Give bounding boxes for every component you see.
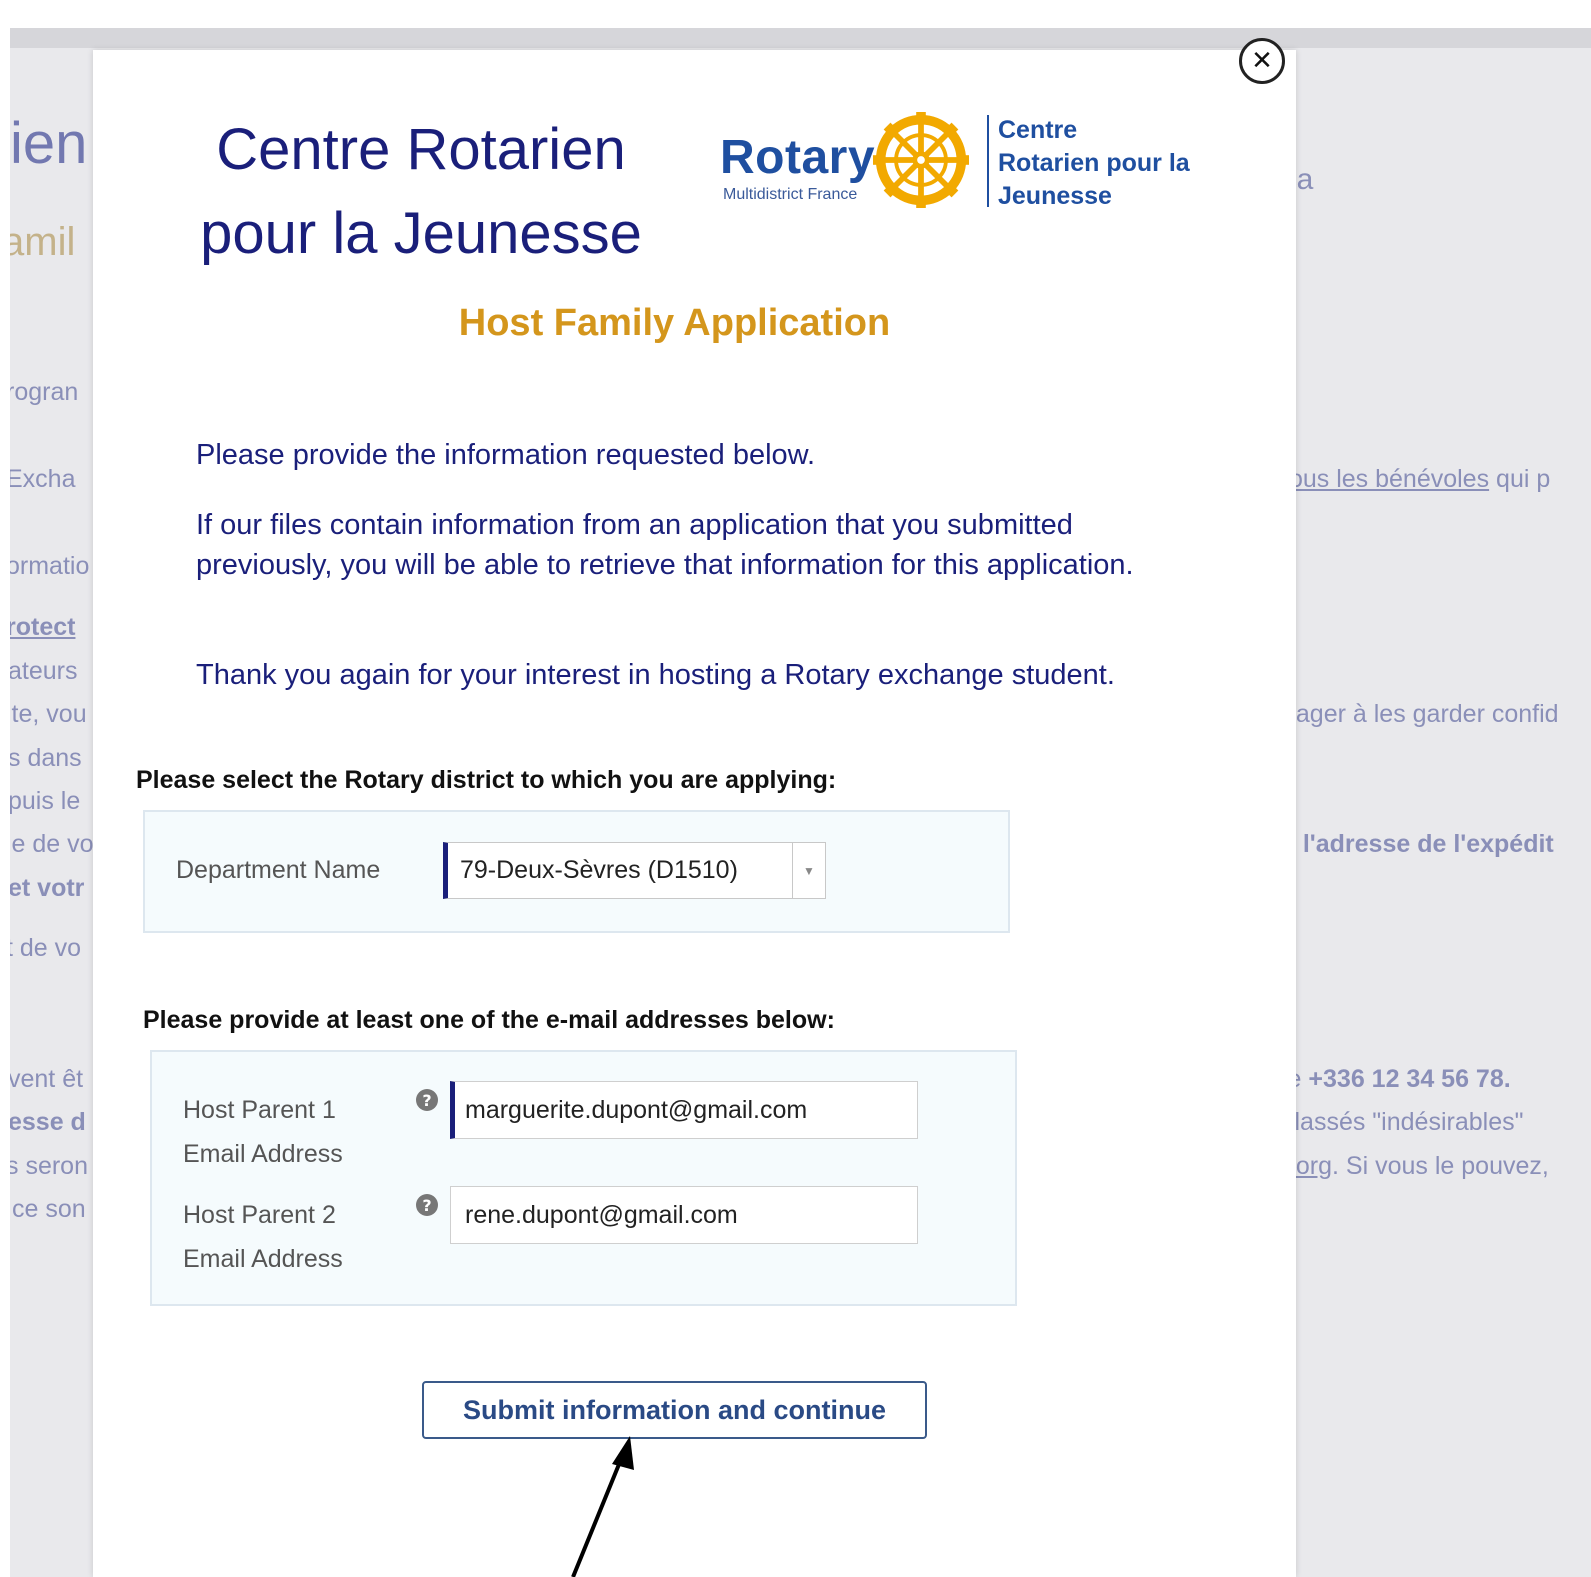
- background-right-line: tous les bénévoles qui p: [1282, 465, 1550, 494]
- background-right-line: t.org. Si vous le pouvez,: [1282, 1152, 1549, 1181]
- rotary-wheel-icon: [873, 112, 969, 208]
- background-line: et votr: [10, 874, 85, 902]
- parent2-label-line2: Email Address: [183, 1245, 343, 1273]
- background-line: puis le: [10, 787, 81, 815]
- background-link[interactable]: rotect: [10, 613, 75, 642]
- logo-right-text: Centre Rotarien pour la Jeunesse: [998, 114, 1190, 213]
- parent1-email-input[interactable]: marguerite.dupont@gmail.com: [450, 1081, 918, 1139]
- help-icon[interactable]: ?: [416, 1089, 438, 1111]
- volunteers-link[interactable]: tous les bénévoles: [1282, 465, 1489, 493]
- district-section-label: Please select the Rotary district to whi…: [136, 766, 837, 794]
- background-topbar: [10, 28, 1591, 48]
- logo-right-line2: Rotarien pour la: [998, 149, 1190, 177]
- background-line: Excha: [10, 465, 76, 493]
- department-select[interactable]: 79-Deux-Sèvres (D1510) ▼: [443, 842, 826, 899]
- rotary-multidistrict: Multidistrict France: [723, 186, 858, 203]
- parent2-label-line1: Host Parent 2: [183, 1201, 336, 1229]
- submit-button[interactable]: Submit information and continue: [422, 1381, 927, 1439]
- logo-right-line3: Jeunesse: [998, 182, 1112, 210]
- org-rest: . Si vous le pouvez,: [1332, 1152, 1549, 1180]
- background-right-line: gager à les garder confid: [1282, 700, 1559, 728]
- department-name-label: Department Name: [176, 856, 381, 884]
- brand-title: Centre Rotarien pour la Jeunesse: [181, 108, 661, 276]
- background-line: ateurs: [10, 657, 78, 685]
- logo-right-line1: Centre: [998, 116, 1078, 144]
- email-panel: Host Parent 1 Email Address ? marguerite…: [150, 1050, 1017, 1306]
- brand-title-line2: pour la Jeunesse: [200, 201, 642, 266]
- brand-title-line1: Centre Rotarien: [216, 117, 626, 182]
- background-line: esse d: [10, 1108, 86, 1136]
- parent1-label-line2: Email Address: [183, 1140, 343, 1168]
- volunteers-rest: qui p: [1489, 465, 1551, 493]
- rotary-wordmark: Rotary: [720, 131, 876, 184]
- background-subtitle: amil: [10, 220, 76, 264]
- background-line: vent êt: [10, 1065, 84, 1093]
- background-line: ormatio: [10, 552, 90, 580]
- intro-paragraph-1: Please provide the information requested…: [196, 439, 816, 471]
- background-line: s seron: [10, 1152, 88, 1180]
- intro-paragraph-2: If our files contain information from an…: [196, 509, 1134, 581]
- background-line: s dans: [10, 744, 82, 772]
- application-heading: Host Family Application: [458, 302, 891, 344]
- logo-divider: [987, 115, 989, 207]
- dropdown-arrow-icon[interactable]: ▼: [792, 843, 825, 898]
- rotary-logo: Rotary Multidistrict France Centre Rotar…: [713, 110, 1213, 220]
- parent2-email-input[interactable]: rene.dupont@gmail.com: [450, 1186, 918, 1244]
- background-line: ite, vou: [10, 700, 87, 728]
- district-panel: Department Name 79-Deux-Sèvres (D1510) ▼: [143, 810, 1010, 933]
- parent2-label: Host Parent 2 Email Address: [183, 1193, 343, 1281]
- phone-number: +336 12 34 56 78.: [1308, 1065, 1511, 1093]
- background-line: ce son: [12, 1195, 86, 1223]
- background-line: rogran: [10, 378, 79, 406]
- email-section-label: Please provide at least one of the e-mai…: [143, 1006, 835, 1034]
- background-line: t de vo: [10, 934, 82, 962]
- background-right-line: à l'adresse de l'expédit: [1282, 830, 1554, 858]
- background-line: ie de vo: [10, 830, 94, 858]
- close-icon[interactable]: ✕: [1239, 38, 1285, 84]
- parent1-label-line1: Host Parent 1: [183, 1096, 336, 1124]
- background-right-line: le +336 12 34 56 78.: [1282, 1065, 1511, 1094]
- host-family-modal: Centre Rotarien pour la Jeunesse Rotary …: [93, 50, 1296, 1577]
- help-icon[interactable]: ?: [416, 1194, 438, 1216]
- intro-paragraph-3: Thank you again for your interest in hos…: [196, 659, 1115, 691]
- department-select-value: 79-Deux-Sèvres (D1510): [460, 856, 738, 884]
- background-right-line: classés "indésirables": [1282, 1108, 1524, 1136]
- parent1-label: Host Parent 1 Email Address: [183, 1088, 343, 1176]
- background-title: ien: [10, 111, 88, 176]
